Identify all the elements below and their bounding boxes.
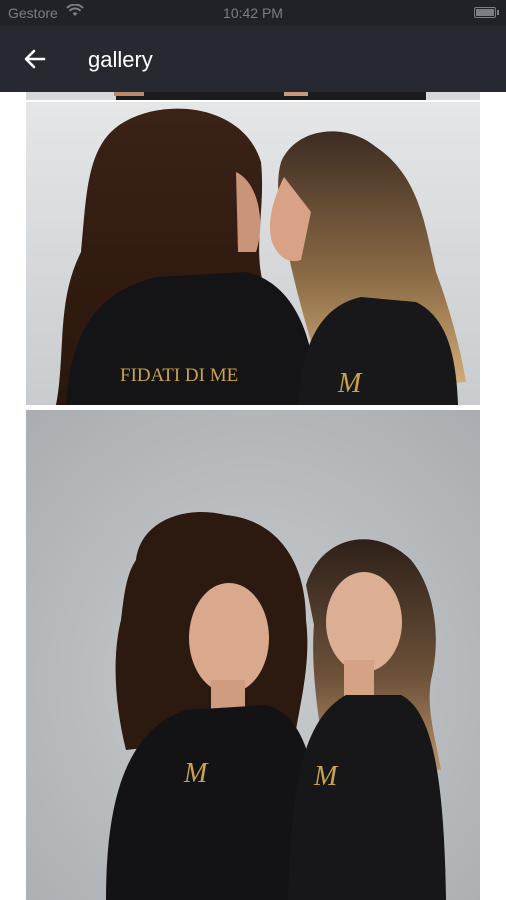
brand-logo-text: FIDATI DI ME bbox=[120, 365, 238, 386]
status-bar: Gestore 10:42 PM bbox=[0, 0, 506, 26]
gallery-photo-partial[interactable] bbox=[26, 92, 480, 100]
app-bar: gallery bbox=[0, 26, 506, 92]
monogram-logo: M bbox=[183, 758, 209, 789]
gallery-photo[interactable]: FIDATI DI ME M bbox=[26, 102, 480, 405]
battery-icon bbox=[474, 7, 496, 18]
clock: 10:42 PM bbox=[223, 5, 283, 21]
gallery-photo[interactable]: M M bbox=[26, 410, 480, 900]
battery-cap bbox=[497, 10, 499, 15]
photo-two-women-profile: FIDATI DI ME M bbox=[26, 102, 480, 405]
photo-two-women-portrait: M M bbox=[26, 410, 480, 900]
monogram-logo: M bbox=[313, 761, 339, 792]
arrow-left-icon[interactable] bbox=[22, 46, 48, 72]
gallery-list[interactable]: FIDATI DI ME M M M bbox=[0, 92, 506, 900]
monogram-logo: M bbox=[337, 368, 363, 399]
page-title: gallery bbox=[88, 47, 153, 72]
